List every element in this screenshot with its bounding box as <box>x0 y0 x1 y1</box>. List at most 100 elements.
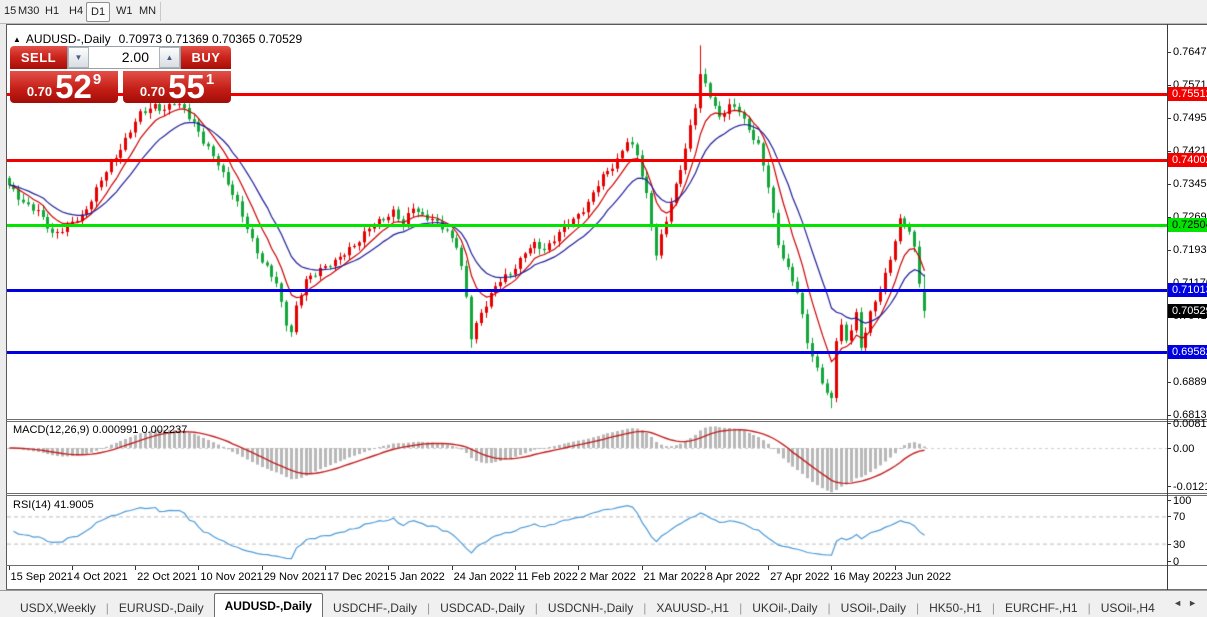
timeframe-button-m30[interactable]: M30 <box>14 2 43 20</box>
price-tick <box>1167 382 1171 384</box>
date-label: 3 Jun 2022 <box>896 571 952 583</box>
price-tick-label: 0.71930 <box>1173 243 1207 256</box>
macd-axis-label: 0.008197 <box>1173 418 1207 430</box>
date-tick <box>8 566 10 570</box>
tab-scroll-arrows[interactable]: ◄► <box>1173 598 1203 608</box>
rsi-canvas[interactable] <box>7 496 1167 565</box>
symbol-tab-usdcnh-daily[interactable]: USDCNH-,Daily <box>538 598 643 617</box>
rsi-axis-tick <box>1167 543 1171 545</box>
panel-separator <box>6 565 1207 566</box>
date-label: 4 Oct 2021 <box>73 571 128 583</box>
symbol-tab-usdcad-daily[interactable]: USDCAD-,Daily <box>430 598 535 617</box>
volume-decrease-button[interactable]: ▼ <box>68 47 89 68</box>
price-tick <box>1167 52 1171 54</box>
date-label: 5 Jan 2022 <box>390 571 445 583</box>
one-click-trade-widget: SELL ▼ 2.00 ▲ BUY 0.70 52 9 0.70 55 1 <box>10 46 231 103</box>
sell-price-prefix: 0.70 <box>26 83 53 99</box>
date-tick <box>388 566 390 570</box>
price-level-line[interactable] <box>7 158 1167 162</box>
date-tick <box>768 566 770 570</box>
timeframe-button-h4[interactable]: H4 <box>65 2 87 20</box>
date-label: 21 Mar 2022 <box>643 571 706 583</box>
sell-price-pip: 9 <box>92 70 102 88</box>
chart-title: ▲ AUDUSD-,Daily 0.70973 0.71369 0.70365 0.… <box>13 32 302 46</box>
date-label: 17 Dec 2021 <box>327 571 390 583</box>
date-label: 22 Oct 2021 <box>137 571 198 583</box>
symbol-tab-eurchf-h1[interactable]: EURCHF-,H1 <box>995 598 1088 617</box>
symbol-tab-hk50-h1[interactable]: HK50-,H1 <box>919 598 992 617</box>
symbol-tab-eurusd-daily[interactable]: EURUSD-,Daily <box>109 598 214 617</box>
rsi-axis-label: 100 <box>1173 495 1192 507</box>
trading-terminal: 15 M30 H1 H4 D1 W1 MN ▲ AUDUSD-,Daily 0.70973 0.… <box>0 0 1207 617</box>
level-price-badge: 0.75512 <box>1168 87 1207 101</box>
sell-price-button[interactable]: 0.70 52 9 <box>10 68 118 105</box>
panel-separator <box>6 421 1207 422</box>
date-tick <box>894 566 896 570</box>
macd-axis-tick <box>1167 423 1171 424</box>
panel-separator <box>6 495 1207 496</box>
symbol-tab-usoil-daily[interactable]: USOil-,Daily <box>831 598 916 617</box>
timeframe-button-h1[interactable]: H1 <box>41 2 63 20</box>
macd-axis-label: -0.01212 <box>1173 480 1207 493</box>
rsi-value: 41.9005 <box>53 499 94 511</box>
date-label: 15 Sep 2021 <box>10 571 73 583</box>
date-label: 2 Mar 2022 <box>580 571 636 583</box>
volume-increase-button[interactable]: ▲ <box>159 47 180 68</box>
date-label: 29 Nov 2021 <box>263 571 327 583</box>
panel-separator <box>6 419 1207 420</box>
rsi-axis-tick <box>1167 561 1171 562</box>
timeframe-button-w1[interactable]: W1 <box>112 2 137 20</box>
macd-value-signal: 0.002237 <box>141 424 188 436</box>
date-tick <box>451 566 453 570</box>
price-level-line[interactable] <box>7 288 1167 292</box>
rsi-label: RSI(14) 41.9005 <box>13 499 94 511</box>
date-tick <box>514 566 516 570</box>
date-label: 11 Feb 2022 <box>516 571 578 583</box>
symbol-tab-bar: USDX,Weekly | EURUSD-,Daily AUDUSD-,Daily US… <box>0 590 1207 617</box>
date-tick <box>641 566 643 570</box>
price-tick <box>1167 415 1171 417</box>
panel-separator <box>6 493 1207 494</box>
macd-axis-tick <box>1167 448 1171 449</box>
macd-axis-label: 0.00 <box>1173 443 1195 455</box>
price-level-line[interactable] <box>7 223 1167 227</box>
symbol-tab-usoil-h4[interactable]: USOil-,H4 <box>1091 598 1165 617</box>
timeframe-button-d1[interactable]: D1 <box>86 2 111 22</box>
collapse-icon[interactable]: ▲ <box>13 35 21 44</box>
buy-price-main: 55 <box>168 68 205 105</box>
sell-button[interactable]: SELL <box>10 46 67 69</box>
price-tick <box>1167 118 1171 120</box>
symbol-tab-usdx-weekly[interactable]: USDX,Weekly <box>10 598 106 617</box>
price-level-line[interactable] <box>7 350 1167 354</box>
sell-price-main: 52 <box>55 68 92 105</box>
buy-price-button[interactable]: 0.70 55 1 <box>123 68 231 105</box>
price-tick <box>1167 249 1171 251</box>
price-tick-label: 0.73450 <box>1173 177 1207 190</box>
date-tick <box>198 566 200 570</box>
tab-scroll-left-icon: ◄ <box>1173 598 1189 608</box>
volume-stepper: ▼ 2.00 ▲ <box>67 46 181 69</box>
symbol-tab-xauusd-h1[interactable]: XAUUSD-,H1 <box>646 598 739 617</box>
date-label: 24 Jan 2022 <box>453 571 515 583</box>
symbol-tab-usdchf-daily[interactable]: USDCHF-,Daily <box>323 598 427 617</box>
timeframe-button-mn[interactable]: MN <box>135 2 160 20</box>
price-tick <box>1167 183 1171 185</box>
level-price-badge: 0.69582 <box>1168 344 1207 359</box>
date-tick <box>578 566 580 570</box>
volume-value[interactable]: 2.00 <box>89 47 159 68</box>
date-tick <box>135 566 137 570</box>
symbol-tab-ukoil-daily[interactable]: UKOil-,Daily <box>742 598 827 617</box>
date-tick <box>261 566 263 570</box>
rsi-axis-tick <box>1167 516 1171 518</box>
date-label: 10 Nov 2021 <box>200 571 263 583</box>
buy-button[interactable]: BUY <box>181 46 231 69</box>
toolbar-separator <box>160 2 161 21</box>
price-tick <box>1167 150 1171 152</box>
price-tick-label: 0.68890 <box>1173 376 1207 389</box>
macd-label: MACD(12,26,9) 0.000991 0.002237 <box>13 424 188 436</box>
buy-price-pip: 1 <box>205 70 215 88</box>
date-label: 8 Apr 2022 <box>706 571 761 583</box>
price-tick-label: 0.74950 <box>1173 112 1207 125</box>
symbol-label: AUDUSD-,Daily <box>25 32 111 46</box>
symbol-tab-audusd-daily[interactable]: AUDUSD-,Daily <box>213 593 323 617</box>
